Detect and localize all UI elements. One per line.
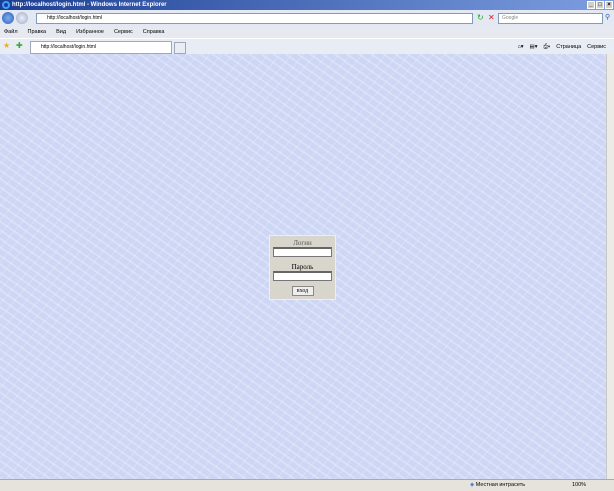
feeds-icon[interactable]: ▤▾ — [530, 42, 538, 52]
print-icon[interactable]: ⎙▾ — [544, 42, 551, 52]
title-bar: http://localhost/login.html - Windows In… — [0, 0, 614, 10]
menu-bar: Файл Правка Вид Избранное Сервис Справка — [0, 27, 614, 38]
forward-button[interactable] — [16, 12, 28, 24]
page-menu[interactable]: Страница — [556, 42, 581, 52]
address-input[interactable]: http://localhost/login.html — [36, 13, 473, 24]
login-label: Логин — [293, 239, 312, 247]
menu-help[interactable]: Справка — [143, 27, 165, 38]
zone-text: Местная интрасеть — [475, 482, 526, 488]
search-icon[interactable]: ⚲ — [605, 13, 610, 21]
favorites-star-icon[interactable]: ★ — [3, 41, 10, 50]
password-label: Пароль — [291, 263, 314, 271]
globe-icon: ◈ — [470, 482, 475, 488]
minimize-button[interactable]: _ — [587, 1, 595, 9]
vertical-scrollbar[interactable] — [606, 54, 614, 479]
menu-view[interactable]: Вид — [56, 27, 66, 38]
ie-icon — [2, 1, 10, 9]
restore-button[interactable]: □ — [596, 1, 604, 9]
status-bar: ◈ Местная интрасеть 100% — [0, 479, 614, 491]
add-favorite-icon[interactable]: ✚ — [16, 41, 23, 50]
zone-indicator: ◈ Местная интрасеть — [470, 480, 525, 491]
tools-menu[interactable]: Сервис — [587, 42, 606, 52]
new-tab-button[interactable] — [174, 42, 186, 54]
home-icon[interactable]: ⌂▾ — [517, 42, 523, 52]
favorites-bar: ★ ✚ http://localhost/login.html ⌂▾ ▤▾ ⎙▾… — [0, 38, 614, 54]
tab-login[interactable]: http://localhost/login.html — [30, 41, 172, 54]
close-button[interactable]: × — [605, 1, 613, 9]
menu-tools[interactable]: Сервис — [114, 27, 133, 38]
back-button[interactable] — [2, 12, 14, 24]
page-content: Логин Пароль вход — [0, 54, 606, 479]
menu-file[interactable]: Файл — [4, 27, 18, 38]
address-row: http://localhost/login.html ↻ ✕ Google ⚲ — [0, 10, 614, 27]
zoom-level[interactable]: 100% — [572, 480, 586, 491]
password-input[interactable] — [273, 271, 332, 281]
refresh-icon[interactable]: ↻ — [477, 13, 484, 22]
login-input[interactable] — [273, 247, 332, 257]
window-title: http://localhost/login.html - Windows In… — [12, 2, 167, 8]
search-input[interactable]: Google — [498, 13, 603, 24]
stop-icon[interactable]: ✕ — [488, 13, 495, 22]
login-form: Логин Пароль вход — [269, 235, 336, 300]
menu-favorites[interactable]: Избранное — [76, 27, 104, 38]
submit-button[interactable]: вход — [291, 286, 314, 296]
menu-edit[interactable]: Правка — [28, 27, 47, 38]
